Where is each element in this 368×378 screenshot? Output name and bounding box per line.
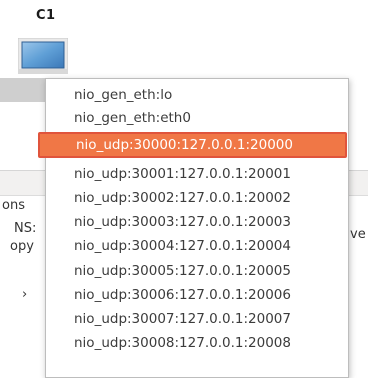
menu-item-nio-udp-30000-selected[interactable]: nio_udp:30000:127.0.0.1:20000 xyxy=(38,132,347,158)
menu-item-nio-gen-eth-eth0[interactable]: nio_gen_eth:eth0 xyxy=(74,107,191,129)
background-text-fragment: NS: xyxy=(14,221,37,236)
background-text-fragment: ve xyxy=(350,227,366,242)
menu-item-nio-udp-30003[interactable]: nio_udp:30003:127.0.0.1:20003 xyxy=(74,211,291,233)
menu-item-nio-udp-30007[interactable]: nio_udp:30007:127.0.0.1:20007 xyxy=(74,308,291,330)
cloud-node-icon[interactable] xyxy=(17,37,69,75)
menu-item-nio-gen-eth-lo[interactable]: nio_gen_eth:lo xyxy=(74,84,172,106)
menu-item-nio-udp-30008[interactable]: nio_udp:30008:127.0.0.1:20008 xyxy=(74,332,291,354)
menu-item-nio-udp-30006[interactable]: nio_udp:30006:127.0.0.1:20006 xyxy=(74,284,291,306)
menu-item-nio-udp-30004[interactable]: nio_udp:30004:127.0.0.1:20004 xyxy=(74,235,291,257)
menu-item-nio-udp-30005[interactable]: nio_udp:30005:127.0.0.1:20005 xyxy=(74,260,291,282)
menu-item-nio-udp-30001[interactable]: nio_udp:30001:127.0.0.1:20001 xyxy=(74,163,291,185)
background-text-fragment: › xyxy=(22,287,28,302)
background-text-fragment: opy xyxy=(10,239,34,254)
node-label[interactable]: C1 xyxy=(36,8,56,23)
background-text-fragment: ons xyxy=(2,198,25,213)
canvas-block xyxy=(0,78,48,102)
interface-dropdown-menu[interactable]: nio_gen_eth:lo nio_gen_eth:eth0 nio_udp:… xyxy=(38,78,349,378)
menu-item-nio-udp-30002[interactable]: nio_udp:30002:127.0.0.1:20002 xyxy=(74,187,291,209)
